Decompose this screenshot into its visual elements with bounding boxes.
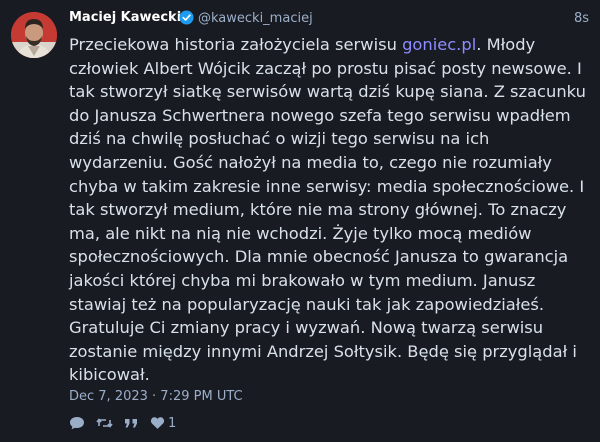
action-bar: 1: [69, 414, 187, 432]
boost-icon: [96, 418, 113, 428]
post-text-after-link: . Młody człowiek Albert Wójcik zaczął po…: [69, 35, 586, 385]
display-name[interactable]: Maciej Kawecki: [69, 10, 181, 25]
favourite-count: 1: [168, 415, 177, 431]
verified-badge-icon: [179, 10, 194, 25]
quote-icon: [125, 419, 137, 428]
post-text-before-link: Przeciekowa historia założyciela serwisu: [69, 35, 403, 54]
avatar[interactable]: [11, 12, 57, 58]
favourite-button[interactable]: 1: [150, 416, 176, 431]
avatar-image: [11, 12, 57, 58]
boost-button[interactable]: [96, 416, 113, 430]
post-date[interactable]: Dec 7, 2023 · 7:29 PM UTC: [69, 389, 243, 404]
post-link[interactable]: goniec.pl: [402, 35, 476, 54]
quote-button[interactable]: [124, 416, 139, 430]
account-handle[interactable]: @kawecki_maciej: [198, 11, 313, 26]
heart-icon: [150, 417, 165, 429]
status-post: Maciej Kawecki @kawecki_maciej 8s Przeci…: [0, 0, 600, 442]
reply-button[interactable]: [69, 416, 85, 430]
reply-icon: [70, 417, 84, 430]
post-content: Przeciekowa historia założyciela serwisu…: [69, 33, 591, 387]
relative-time[interactable]: 8s: [574, 11, 589, 26]
